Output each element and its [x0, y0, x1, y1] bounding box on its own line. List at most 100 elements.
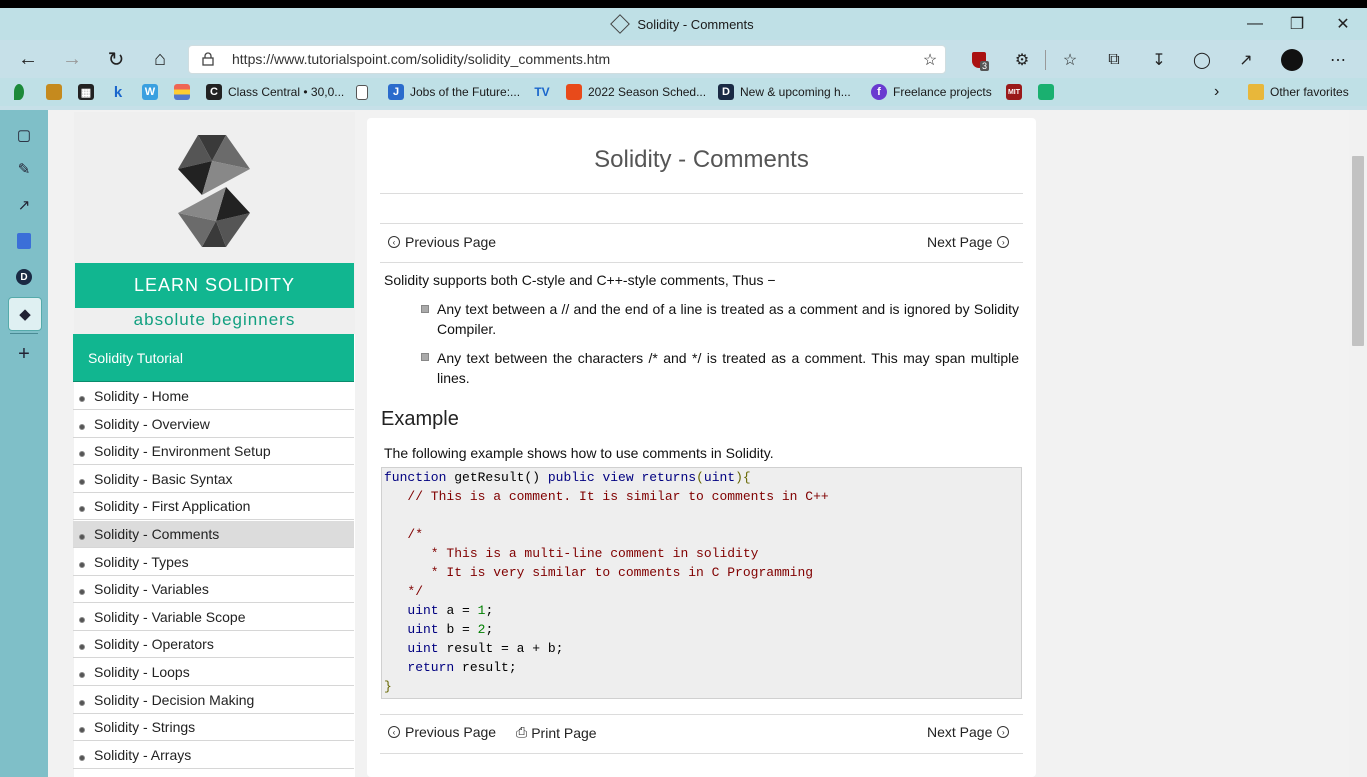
- next-page-link[interactable]: Next Page ›: [927, 234, 1014, 250]
- fav-page-icon[interactable]: [356, 80, 374, 104]
- close-window-button[interactable]: ✕: [1320, 8, 1366, 40]
- fav-label: New & upcoming h...: [740, 85, 851, 99]
- other-favorites[interactable]: Other favorites: [1248, 80, 1349, 104]
- nav-item-label: Solidity - Overview: [94, 415, 210, 432]
- refresh-button[interactable]: ↻: [100, 43, 132, 75]
- code-keyword: function: [384, 470, 447, 485]
- tab-actions-icon[interactable]: ▢: [8, 119, 40, 151]
- nav-item[interactable]: Solidity - Strings: [73, 714, 354, 742]
- code-line: * It is very similar to comments in C Pr…: [384, 565, 814, 580]
- freelance-icon: f: [871, 84, 887, 100]
- chevron-right-icon[interactable]: ›: [1214, 80, 1219, 104]
- fav-label: 2022 Season Sched...: [588, 85, 707, 99]
- banner-subtitle: absolute beginners: [133, 310, 296, 329]
- nav-item[interactable]: Solidity - Operators: [73, 631, 354, 659]
- code-text: getResult(): [446, 470, 548, 485]
- browser-essentials-icon[interactable]: ◯: [1188, 46, 1216, 74]
- nav-item[interactable]: Solidity - Environment Setup: [73, 438, 354, 466]
- nav-item-label: Solidity - Operators: [94, 636, 214, 653]
- fav-k-icon[interactable]: k: [110, 80, 132, 104]
- previous-page-label: Previous Page: [405, 234, 497, 250]
- nav-item-label: Solidity - Environment Setup: [94, 443, 271, 460]
- add-app-icon[interactable]: +: [8, 338, 40, 370]
- next-page-link-bottom[interactable]: Next Page ›: [927, 724, 1014, 740]
- fav-schedule[interactable]: 2022 Season Sched...: [566, 80, 706, 104]
- fav-devpost[interactable]: D New & upcoming h...: [718, 80, 851, 104]
- nav-item[interactable]: Solidity - Variables: [73, 576, 354, 604]
- code-keyword: public view returns: [547, 470, 697, 485]
- next-page-label: Next Page: [927, 724, 993, 740]
- print-page-link[interactable]: ⎙ Print Page: [516, 724, 597, 741]
- home-button[interactable]: ⌂: [144, 43, 176, 75]
- share-icon[interactable]: ↗: [1232, 46, 1260, 74]
- fav-tv-icon[interactable]: TV: [534, 80, 556, 104]
- downloads-icon[interactable]: ↧: [1145, 46, 1173, 74]
- fav-jobs[interactable]: J Jobs of the Future:...: [388, 80, 520, 104]
- toolbar-divider: [1045, 50, 1046, 70]
- forward-button[interactable]: →: [56, 43, 88, 75]
- nav-item[interactable]: Solidity - Variable Scope: [73, 604, 354, 631]
- nav-item[interactable]: Solidity - Basic Syntax: [73, 466, 354, 493]
- fav-class-central[interactable]: C Class Central • 30,0...: [206, 80, 344, 104]
- more-options-icon[interactable]: ⋯: [1324, 46, 1352, 74]
- back-button[interactable]: ←: [12, 43, 44, 75]
- add-favorite-icon[interactable]: ☆: [916, 46, 944, 74]
- intro-text: Solidity supports both C-style and C++-s…: [384, 272, 776, 288]
- divider: [380, 193, 1023, 194]
- nav-item[interactable]: Solidity - Overview: [73, 411, 354, 438]
- nav-item-label: Solidity - Variable Scope: [94, 608, 246, 625]
- nav-item-label: Solidity - Basic Syntax: [94, 470, 233, 487]
- fav-shield-icon[interactable]: [1038, 80, 1060, 104]
- code-text: a: [446, 603, 455, 618]
- code-punct: ){: [735, 470, 751, 485]
- code-keyword: uint: [407, 641, 439, 656]
- solidity-tab-icon[interactable]: ◆: [8, 297, 42, 331]
- bullet-icon: [79, 478, 85, 485]
- url-text[interactable]: https://www.tutorialspoint.com/solidity/…: [232, 51, 610, 67]
- previous-page-link-bottom[interactable]: ‹ Previous Page: [386, 724, 496, 740]
- nav-item[interactable]: Solidity - Decision Making: [73, 687, 354, 714]
- nav-item[interactable]: Solidity - Types: [73, 549, 354, 576]
- chart-app-icon[interactable]: ↗: [8, 189, 40, 221]
- devpost-app-icon[interactable]: D: [8, 261, 40, 293]
- bullet-icon: [79, 754, 85, 761]
- nav-item[interactable]: Solidity - Comments: [73, 521, 354, 548]
- extensions-icon[interactable]: ⚙: [1008, 46, 1036, 74]
- fav-leaf-icon[interactable]: [14, 80, 30, 104]
- restore-button[interactable]: ❐: [1274, 8, 1320, 40]
- previous-page-label: Previous Page: [405, 724, 497, 740]
- docs-app-icon[interactable]: [8, 225, 40, 257]
- divider: [380, 753, 1023, 754]
- nav-item[interactable]: Solidity - Home: [73, 383, 354, 410]
- fav-label: Jobs of the Future:...: [410, 85, 521, 99]
- bullet-icon: [79, 589, 85, 596]
- example-heading: Example: [381, 408, 459, 430]
- nav-item[interactable]: Solidity - First Application: [73, 493, 354, 521]
- lock-icon[interactable]: [202, 52, 214, 66]
- fav-freelance[interactable]: f Freelance projects: [871, 80, 992, 104]
- collections-icon[interactable]: ⧉: [1100, 46, 1128, 74]
- example-intro: The following example shows how to use c…: [384, 445, 774, 461]
- fav-apps-icon[interactable]: ▦: [78, 80, 100, 104]
- fav-bag-icon[interactable]: [46, 80, 68, 104]
- sidebar-divider: [10, 333, 38, 334]
- site-favicon-icon: [610, 14, 631, 34]
- scrollbar-thumb[interactable]: [1352, 156, 1364, 346]
- pencil-app-icon[interactable]: ✎: [8, 153, 40, 185]
- chevron-left-icon: ‹: [388, 236, 400, 248]
- code-line: /*: [384, 527, 424, 542]
- screen-top-edge: [0, 0, 1367, 8]
- nav-item-label: Solidity - Loops: [94, 664, 190, 680]
- print-page-label: Print Page: [531, 724, 597, 741]
- fav-mit-icon[interactable]: MIT: [1006, 80, 1028, 104]
- nav-item-label: Solidity - Arrays: [94, 746, 192, 763]
- fav-w-icon[interactable]: W: [142, 80, 164, 104]
- profile-avatar[interactable]: [1278, 46, 1306, 74]
- minimize-button[interactable]: —: [1232, 8, 1278, 40]
- nav-item[interactable]: Solidity - Loops: [73, 659, 354, 686]
- previous-page-link[interactable]: ‹ Previous Page: [386, 234, 496, 250]
- nav-item[interactable]: Solidity - Arrays: [73, 742, 354, 769]
- fav-stack-icon[interactable]: [174, 80, 196, 104]
- schedule-icon: [566, 84, 582, 100]
- favorites-icon[interactable]: ☆: [1056, 46, 1084, 74]
